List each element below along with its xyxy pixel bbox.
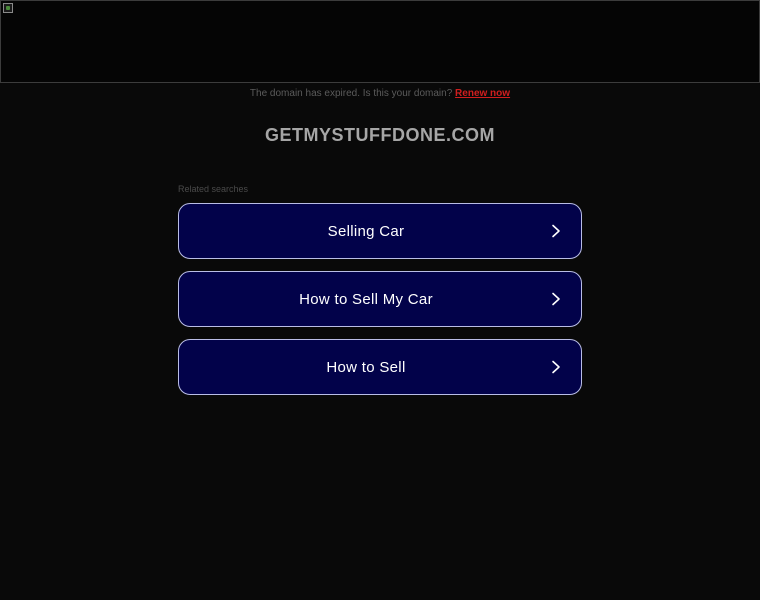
broken-image-icon xyxy=(3,3,13,13)
related-search-label: How to Sell xyxy=(326,358,406,376)
related-searches-label: Related searches xyxy=(178,184,249,194)
domain-title: GETMYSTUFFDONE.COM xyxy=(265,125,495,145)
related-search-button-selling-car[interactable]: Selling Car xyxy=(178,203,582,259)
related-search-button-how-to-sell-my-car[interactable]: How to Sell My Car xyxy=(178,271,582,327)
related-search-label: Selling Car xyxy=(327,222,405,240)
chevron-right-icon xyxy=(552,292,560,306)
related-search-button-how-to-sell[interactable]: How to Sell xyxy=(178,339,582,395)
chevron-right-icon xyxy=(552,360,560,374)
renew-now-link[interactable]: Renew now xyxy=(455,88,510,99)
related-searches-list: Selling Car How to Sell My Car How to Se… xyxy=(178,203,582,407)
chevron-right-icon xyxy=(552,224,560,238)
related-search-label: How to Sell My Car xyxy=(299,290,433,308)
domain-expired-notice: The domain has expired. Is this your dom… xyxy=(0,86,760,102)
expired-text: The domain has expired. Is this your dom… xyxy=(249,88,453,99)
top-banner-ad[interactable] xyxy=(0,0,760,83)
